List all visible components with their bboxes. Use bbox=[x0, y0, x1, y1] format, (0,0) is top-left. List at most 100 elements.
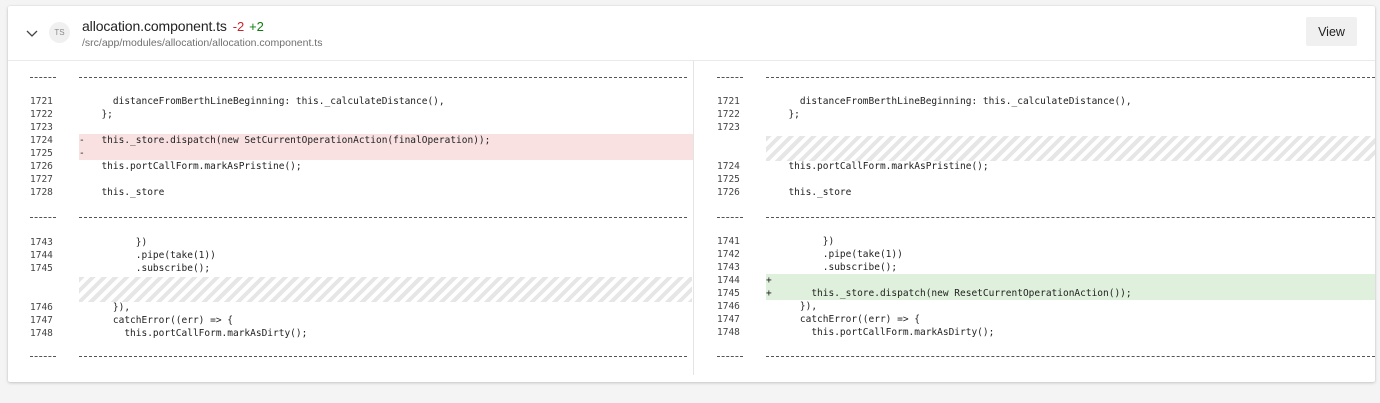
file-name[interactable]: allocation.component.ts bbox=[82, 18, 227, 34]
separator-line bbox=[766, 217, 1375, 218]
deleted-line: 1724 - this._store.dispatch(new SetCurren… bbox=[30, 134, 693, 147]
code-line: 1746 }), bbox=[8, 301, 693, 314]
separator-line-numbers bbox=[30, 77, 56, 78]
chevron-down-icon[interactable] bbox=[25, 26, 39, 40]
line-number: 1743 bbox=[30, 237, 53, 248]
change-marker: - bbox=[79, 135, 85, 146]
code-text: this.portCallForm.markAsDirty(); bbox=[90, 328, 308, 339]
line-number: 1721 bbox=[717, 96, 740, 107]
line-number: 1723 bbox=[717, 122, 740, 133]
code-text: }; bbox=[777, 109, 800, 120]
line-number: 1745 bbox=[717, 288, 740, 299]
separator-line bbox=[79, 217, 687, 218]
change-marker: + bbox=[766, 288, 772, 299]
file-title: allocation.component.ts -2 +2 bbox=[82, 18, 264, 34]
code-line: 1725 bbox=[694, 173, 1375, 186]
code-line: 1727 bbox=[8, 173, 693, 186]
line-number: 1721 bbox=[30, 96, 53, 107]
code-text: .subscribe(); bbox=[777, 262, 898, 273]
code-text: catchError((err) => { bbox=[90, 315, 233, 326]
code-text: this._store.dispatch(new SetCurrentOpera… bbox=[90, 135, 491, 146]
line-number: 1724 bbox=[30, 135, 53, 146]
file-header: TS allocation.component.ts -2 +2 /src/app/… bbox=[8, 6, 1375, 61]
deleted-line: 1725 - bbox=[30, 147, 693, 160]
line-number: 1742 bbox=[717, 249, 740, 260]
line-number: 1743 bbox=[717, 262, 740, 273]
code-line: 1746 }), bbox=[694, 300, 1375, 313]
code-line: 1726 this._store bbox=[694, 186, 1375, 199]
code-text: }; bbox=[90, 109, 113, 120]
line-number: 1747 bbox=[717, 314, 740, 325]
line-number: 1722 bbox=[717, 109, 740, 120]
line-number: 1747 bbox=[30, 315, 53, 326]
code-line: 1748 this.portCallForm.markAsDirty(); bbox=[8, 327, 693, 340]
code-line: 1721 distanceFromBerthLineBeginning: thi… bbox=[8, 95, 693, 108]
file-path: /src/app/modules/allocation/allocation.c… bbox=[82, 37, 323, 49]
separator-line-numbers bbox=[30, 356, 56, 357]
code-text: }) bbox=[90, 237, 148, 248]
code-line: 1722 }; bbox=[8, 108, 693, 121]
code-line: 1728 this._store bbox=[8, 186, 693, 199]
line-number: 1725 bbox=[30, 148, 53, 159]
hunk-separator[interactable] bbox=[8, 77, 693, 78]
addition-count: +2 bbox=[249, 19, 264, 34]
hunk-separator[interactable] bbox=[8, 217, 693, 218]
separator-line-numbers bbox=[717, 77, 743, 78]
code-line: 1747 catchError((err) => { bbox=[694, 313, 1375, 326]
line-number: 1727 bbox=[30, 174, 53, 185]
diff-pane-modified: 1721 distanceFromBerthLineBeginning: thi… bbox=[694, 61, 1375, 381]
separator-line bbox=[79, 356, 687, 357]
code-line: 1724 this.portCallForm.markAsPristine(); bbox=[694, 160, 1375, 173]
code-text: this._store bbox=[90, 187, 165, 198]
line-number: 1726 bbox=[717, 187, 740, 198]
line-number: 1726 bbox=[30, 161, 53, 172]
code-text: this.portCallForm.markAsDirty(); bbox=[777, 327, 995, 338]
hunk-separator[interactable] bbox=[8, 356, 693, 357]
code-line: 1744 .pipe(take(1)) bbox=[8, 249, 693, 262]
separator-line-numbers bbox=[717, 217, 743, 218]
line-number: 1748 bbox=[30, 328, 53, 339]
code-text: }), bbox=[777, 301, 818, 312]
separator-line bbox=[766, 356, 1375, 357]
code-line: 1723 bbox=[694, 121, 1375, 134]
hunk-separator[interactable] bbox=[694, 217, 1375, 218]
code-line: 1743 }) bbox=[8, 236, 693, 249]
separator-line-numbers bbox=[30, 217, 56, 218]
code-line: 1722 }; bbox=[694, 108, 1375, 121]
change-marker: - bbox=[79, 148, 85, 159]
hunk-separator[interactable] bbox=[694, 77, 1375, 78]
deletion-count: -2 bbox=[232, 19, 245, 34]
code-line: 1747 catchError((err) => { bbox=[8, 314, 693, 327]
line-number: 1746 bbox=[717, 301, 740, 312]
change-marker: + bbox=[766, 275, 772, 286]
code-line: 1721 distanceFromBerthLineBeginning: thi… bbox=[694, 95, 1375, 108]
code-text: distanceFromBerthLineBeginning: this._ca… bbox=[777, 96, 1132, 107]
code-line: 1741 }) bbox=[694, 235, 1375, 248]
code-text: .subscribe(); bbox=[90, 263, 211, 274]
line-number: 1746 bbox=[30, 302, 53, 313]
code-text: .pipe(take(1)) bbox=[90, 250, 216, 261]
line-number: 1728 bbox=[30, 187, 53, 198]
view-button[interactable]: View bbox=[1306, 17, 1357, 46]
line-number: 1725 bbox=[717, 174, 740, 185]
code-text: this._store.dispatch(new ResetCurrentOpe… bbox=[777, 288, 1132, 299]
file-type-icon: TS bbox=[49, 22, 70, 43]
hunk-separator[interactable] bbox=[694, 356, 1375, 357]
code-text: }), bbox=[90, 302, 131, 313]
code-line: 1726 this.portCallForm.markAsPristine(); bbox=[8, 160, 693, 173]
line-number: 1722 bbox=[30, 109, 53, 120]
code-line: 1748 this.portCallForm.markAsDirty(); bbox=[694, 326, 1375, 339]
empty-line-placeholder bbox=[79, 277, 692, 302]
empty-line-placeholder bbox=[766, 136, 1375, 161]
separator-line-numbers bbox=[717, 356, 743, 357]
added-line: 1745 + this._store.dispatch(new ResetCurr… bbox=[717, 287, 1375, 300]
code-line: 1745 .subscribe(); bbox=[8, 262, 693, 275]
diff-file-card: TS allocation.component.ts -2 +2 /src/app/… bbox=[8, 6, 1375, 382]
line-number: 1745 bbox=[30, 263, 53, 274]
code-line: 1742 .pipe(take(1)) bbox=[694, 248, 1375, 261]
line-number: 1748 bbox=[717, 327, 740, 338]
line-number: 1724 bbox=[717, 161, 740, 172]
separator-line bbox=[766, 77, 1375, 78]
code-line: 1743 .subscribe(); bbox=[694, 261, 1375, 274]
code-text: }) bbox=[777, 236, 835, 247]
